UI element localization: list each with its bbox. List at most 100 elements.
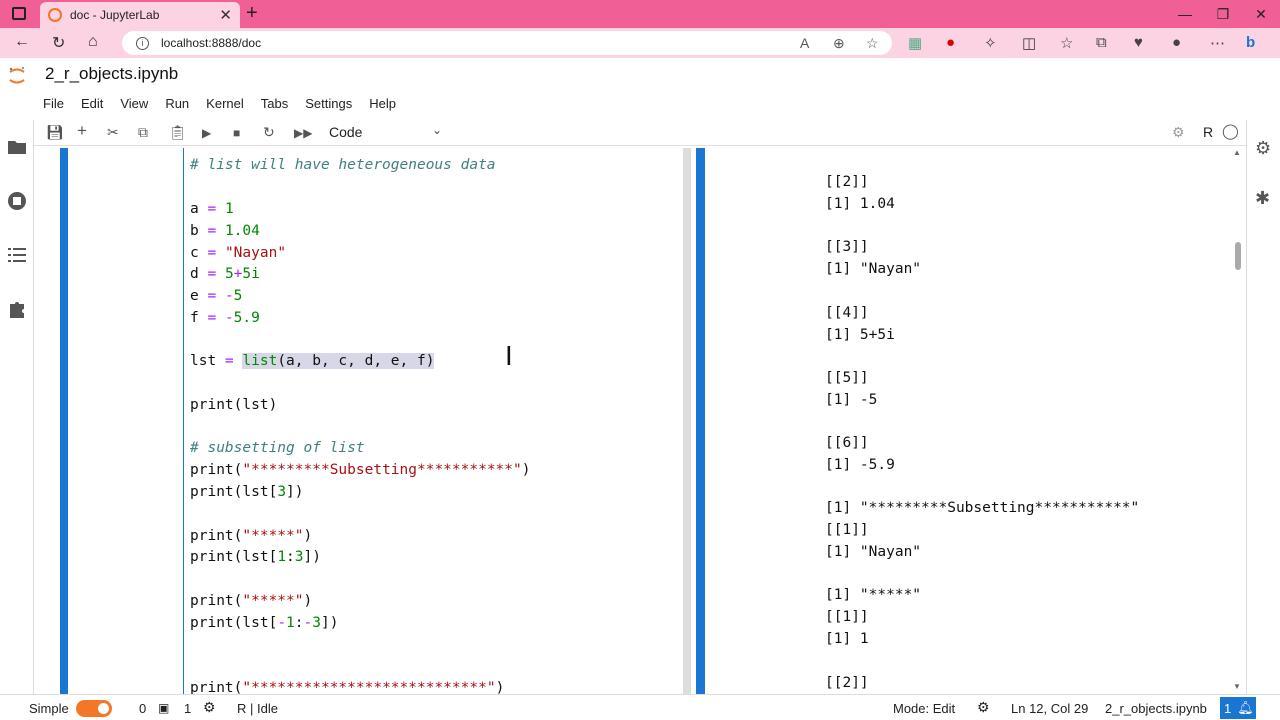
- left-sidebar: [0, 120, 34, 694]
- more-menu-icon[interactable]: ⋯: [1210, 34, 1225, 52]
- insert-cell-icon[interactable]: +: [77, 121, 87, 141]
- maximize-icon[interactable]: ❐: [1204, 0, 1242, 28]
- menu-edit[interactable]: Edit: [81, 96, 103, 111]
- browser-tab-bar: doc - JupyterLab ✕ + — ❐ ✕: [0, 0, 1280, 28]
- jupyter-logo-icon: [9, 67, 25, 84]
- settings-status-icon[interactable]: ⚙: [977, 699, 990, 716]
- site-info-icon[interactable]: i: [136, 36, 149, 50]
- minimize-icon[interactable]: —: [1166, 0, 1204, 28]
- code-line: b = 1.04: [190, 223, 260, 239]
- favorite-star-icon[interactable]: ☆: [866, 35, 879, 52]
- menu-file[interactable]: File: [43, 96, 64, 111]
- refresh-icon[interactable]: ↻: [52, 33, 65, 53]
- kernel-count[interactable]: 1: [184, 701, 191, 716]
- notebook-toolbar: 💾︎ + ✂ ⧉ 📋︎ ▶ ■ ↻ ▶▶ Code ⌄ ⚙ R ◯: [34, 120, 1246, 146]
- close-window-icon[interactable]: ✕: [1242, 0, 1280, 28]
- back-icon[interactable]: ←: [14, 33, 30, 51]
- cut-icon[interactable]: ✂: [107, 124, 119, 141]
- opera-extension-icon[interactable]: ●: [946, 34, 955, 51]
- browser-tab[interactable]: doc - JupyterLab ✕: [40, 2, 240, 28]
- output-line: [1] 5+5i: [825, 327, 895, 343]
- zoom-icon[interactable]: ⊕: [833, 35, 845, 52]
- tab-title: doc - JupyterLab: [70, 8, 160, 22]
- side-by-side-splitter[interactable]: [683, 148, 691, 694]
- code-line: d = 5+5i: [190, 266, 260, 282]
- notifications-button[interactable]: 1 🔔︎: [1220, 697, 1256, 719]
- code-line: print(lst[-1:-3]): [190, 615, 339, 631]
- home-icon[interactable]: ⌂: [88, 33, 98, 51]
- property-inspector-icon[interactable]: ⚙: [1255, 138, 1271, 159]
- table-of-contents-icon[interactable]: [6, 244, 28, 266]
- terminal-count[interactable]: 0: [139, 701, 146, 716]
- output-line: [[2]]: [825, 174, 869, 190]
- file-name: 2_r_objects.ipynb: [1105, 701, 1207, 716]
- notification-count: 1: [1224, 700, 1232, 716]
- save-icon[interactable]: 💾︎: [46, 124, 64, 141]
- tab-actions-icon[interactable]: [12, 7, 26, 20]
- output-scrollbar[interactable]: ▲ ▼: [1233, 148, 1243, 694]
- code-line: print(lst): [190, 397, 278, 413]
- collections-icon[interactable]: ⧉: [1096, 34, 1107, 51]
- code-line: print(lst[1:3]): [190, 549, 321, 565]
- extensions-puzzle-icon[interactable]: ✧: [984, 34, 997, 52]
- code-cell-editor[interactable]: # list will have heterogeneous data a = …: [183, 148, 681, 694]
- output-line: [1] "*********Subsetting***********": [825, 500, 1140, 516]
- output-line: [1] 1: [825, 631, 869, 647]
- output-line: [[3]]: [825, 239, 869, 255]
- notebook-title[interactable]: 2_r_objects.ipynb: [45, 64, 178, 84]
- code-line: # list will have heterogeneous data: [190, 157, 496, 173]
- output-area-indicator[interactable]: [696, 148, 705, 694]
- cursor-position[interactable]: Ln 12, Col 29: [1011, 701, 1088, 716]
- favorites-icon[interactable]: ☆: [1060, 34, 1073, 52]
- run-all-icon[interactable]: ▶▶: [294, 126, 312, 140]
- split-screen-icon[interactable]: ◫: [1022, 34, 1036, 52]
- code-line: # subsetting of list: [190, 440, 365, 456]
- menu-help[interactable]: Help: [369, 96, 396, 111]
- menu-run[interactable]: Run: [165, 96, 189, 111]
- scroll-up-icon[interactable]: ▲: [1233, 148, 1241, 157]
- window-controls: — ❐ ✕: [1166, 0, 1280, 28]
- output-line: [1] "Nayan": [825, 544, 922, 560]
- right-sidebar: ⚙ ✱: [1246, 120, 1280, 694]
- output-line: [1] "*****": [825, 587, 922, 603]
- running-kernels-icon[interactable]: [6, 190, 28, 212]
- stop-icon[interactable]: ■: [233, 126, 240, 140]
- url-field[interactable]: i localhost:8888/doc: [122, 31, 892, 55]
- chevron-down-icon[interactable]: ⌄: [432, 123, 442, 137]
- kernel-settings-icon[interactable]: ⚙: [1172, 124, 1185, 141]
- close-tab-icon[interactable]: ✕: [219, 6, 232, 24]
- kernel-gear-icon[interactable]: ⚙: [203, 699, 216, 716]
- cell-type-select[interactable]: Code: [329, 124, 362, 140]
- scroll-down-icon[interactable]: ▼: [1233, 682, 1241, 691]
- kernel-name[interactable]: R: [1203, 124, 1213, 140]
- restart-icon[interactable]: ↻: [263, 124, 275, 141]
- debugger-icon[interactable]: ✱: [1255, 188, 1270, 209]
- menu-kernel[interactable]: Kernel: [206, 96, 244, 111]
- new-tab-icon[interactable]: +: [246, 2, 258, 25]
- scrollbar-thumb[interactable]: [1235, 242, 1241, 270]
- simple-mode-toggle[interactable]: [76, 700, 112, 717]
- output-line: [[5]]: [825, 370, 869, 386]
- code-line: c = "Nayan": [190, 245, 287, 261]
- read-aloud-icon[interactable]: A: [800, 35, 809, 51]
- status-bar: Simple 0 ▣ 1 ⚙ R | Idle Mode: Edit ⚙ Ln …: [0, 694, 1280, 720]
- kernel-status[interactable]: R | Idle: [237, 701, 278, 716]
- menu-settings[interactable]: Settings: [305, 96, 352, 111]
- menu-view[interactable]: View: [120, 96, 148, 111]
- performance-icon[interactable]: ♥: [1134, 34, 1143, 51]
- output-line: [1] 1.04: [825, 196, 895, 212]
- profile-avatar-icon[interactable]: ●: [1172, 34, 1181, 51]
- active-cell-indicator[interactable]: [60, 148, 68, 694]
- url-text: localhost:8888/doc: [161, 36, 262, 50]
- bing-copilot-icon[interactable]: b: [1246, 34, 1255, 51]
- menu-tabs[interactable]: Tabs: [261, 96, 288, 111]
- address-bar-row: ← ↻ ⌂ i localhost:8888/doc A ⊕ ☆ ▦ ● ✧ ◫…: [0, 28, 1280, 58]
- extension-grid-icon[interactable]: ▦: [908, 34, 922, 52]
- copy-icon[interactable]: ⧉: [138, 124, 148, 141]
- menu-bar: File Edit View Run Kernel Tabs Settings …: [43, 96, 413, 111]
- extensions-icon[interactable]: [6, 298, 28, 320]
- run-icon[interactable]: ▶: [202, 126, 211, 140]
- folder-icon[interactable]: [6, 136, 28, 158]
- paste-icon[interactable]: 📋︎: [169, 124, 187, 141]
- terminal-icon[interactable]: ▣: [158, 701, 169, 715]
